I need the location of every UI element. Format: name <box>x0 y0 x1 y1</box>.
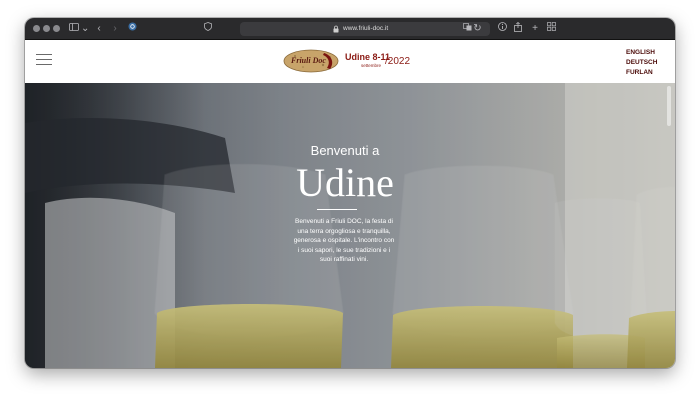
language-link-deutsch[interactable]: DEUTSCH <box>626 58 657 68</box>
browser-toolbar: ⌄ ‹ › www.friuli-doc.it ↻ + <box>25 18 675 40</box>
language-link-furlan[interactable]: FURLAN <box>626 68 657 78</box>
browser-window: ⌄ ‹ › www.friuli-doc.it ↻ + Friuli Doc U… <box>25 18 675 368</box>
info-icon[interactable] <box>497 22 507 36</box>
page-scrollbar[interactable] <box>667 86 671 126</box>
address-url: www.friuli-doc.it <box>343 25 389 32</box>
menu-icon[interactable] <box>36 53 52 66</box>
reload-icon[interactable]: ↻ <box>473 22 482 36</box>
hero-title: Udine <box>296 160 394 205</box>
close-window-button[interactable] <box>33 25 40 32</box>
back-arrow-icon[interactable]: ‹ <box>94 22 104 36</box>
lock-icon <box>333 25 339 33</box>
hero-banner: Benvenuti a Udine Benvenuti a Friuli DOC… <box>25 83 675 368</box>
logo-text: Friuli Doc <box>291 56 326 65</box>
new-tab-icon[interactable]: + <box>530 22 540 36</box>
event-dates: Udine 8-11 <box>345 52 391 62</box>
address-bar[interactable]: www.friuli-doc.it <box>240 22 490 36</box>
hero-subtitle: Benvenuti a <box>310 143 380 158</box>
forward-arrow-icon[interactable]: › <box>110 22 120 36</box>
hero-description: Benvenuti a Friuli DOC, la festa di una … <box>293 218 395 264</box>
privacy-report-icon[interactable] <box>203 22 213 36</box>
shield-icon[interactable] <box>126 22 138 36</box>
share-icon[interactable] <box>513 21 523 36</box>
site-header: Friuli Doc Udine 8-11 settembre /2022 EN… <box>25 40 675 83</box>
language-switcher: ENGLISH DEUTSCH FURLAN <box>626 48 657 78</box>
event-month: settembre <box>361 63 382 68</box>
event-year: /2022 <box>385 56 411 67</box>
tab-overview-icon[interactable] <box>546 22 556 36</box>
chevron-down-icon[interactable]: ⌄ <box>81 22 89 36</box>
language-link-english[interactable]: ENGLISH <box>626 48 657 58</box>
sidebar-icon[interactable] <box>68 22 80 36</box>
zoom-window-button[interactable] <box>53 25 60 32</box>
hero-divider <box>317 209 357 210</box>
minimize-window-button[interactable] <box>43 25 50 32</box>
translate-icon[interactable] <box>462 22 472 36</box>
